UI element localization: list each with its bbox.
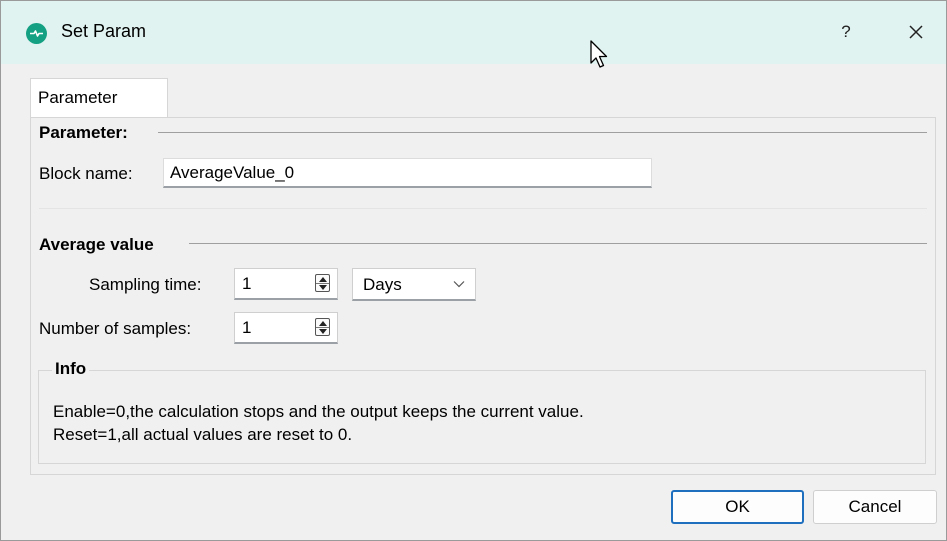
sampling-unit-value: Days [363, 275, 402, 294]
average-value-group-title: Average value [39, 235, 154, 254]
sampling-time-spin-arrows-icon[interactable] [315, 274, 330, 292]
info-text-enable: Enable=0,the calculation stops and the o… [53, 402, 584, 421]
number-of-samples-spinbox[interactable]: 1 [234, 312, 338, 344]
average-value-group-divider [189, 243, 927, 244]
parameter-group-divider [158, 132, 927, 133]
sampling-time-value: 1 [242, 274, 252, 293]
sampling-time-spinbox[interactable]: 1 [234, 268, 338, 300]
parameter-group-title: Parameter: [39, 123, 128, 142]
spin-divider [316, 283, 329, 284]
close-icon [909, 25, 923, 39]
block-name-label: Block name: [39, 164, 133, 183]
spin-down-arrow-icon[interactable] [319, 329, 327, 334]
section-separator [39, 208, 927, 209]
app-logo-icon [26, 23, 47, 44]
spin-up-arrow-icon[interactable] [319, 321, 327, 326]
set-param-dialog: Set Param ? Parameter Parameter: Block n… [0, 0, 947, 541]
info-text-reset: Reset=1,all actual values are reset to 0… [53, 425, 353, 444]
cancel-button[interactable]: Cancel [813, 490, 937, 524]
number-of-samples-spin-arrows-icon[interactable] [315, 318, 330, 336]
number-of-samples-label: Number of samples: [39, 319, 192, 338]
mouse-cursor-icon [590, 40, 608, 68]
spin-down-arrow-icon[interactable] [319, 285, 327, 290]
spin-up-arrow-icon[interactable] [319, 277, 327, 282]
close-button[interactable] [897, 15, 935, 49]
window-title: Set Param [61, 21, 147, 41]
sampling-time-label: Sampling time: [89, 275, 202, 294]
info-group-title: Info [52, 359, 90, 379]
spin-divider [316, 327, 329, 328]
sampling-unit-dropdown[interactable]: Days [352, 268, 476, 301]
ok-button[interactable]: OK [671, 490, 804, 524]
number-of-samples-value: 1 [242, 318, 252, 337]
block-name-input[interactable] [163, 158, 652, 188]
tab-parameter-label: Parameter [38, 88, 118, 107]
title-bar[interactable]: Set Param ? [1, 1, 946, 64]
help-button[interactable]: ? [827, 15, 865, 49]
chevron-down-icon [453, 281, 465, 288]
